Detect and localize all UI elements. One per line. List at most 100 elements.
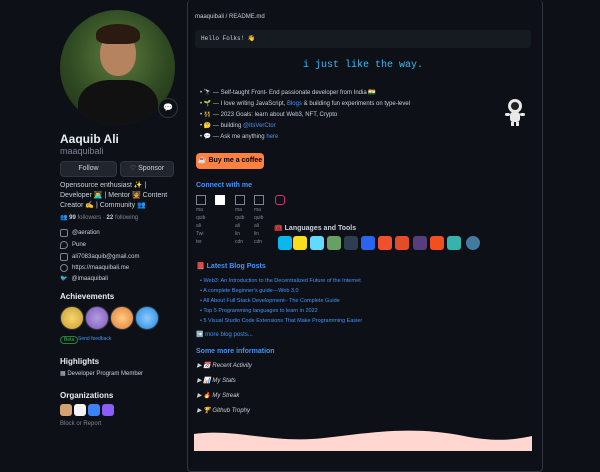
list-item-text: 2023 Goals: learn about Web3, NFT, Crypt… (220, 112, 338, 118)
readme-path: maaquibali / README.md (195, 14, 265, 20)
profile-name: Aaquib Ali (60, 132, 119, 146)
twitter-link-icon[interactable]: ma quib ali Twi ter (196, 195, 208, 246)
thinking-icon: 🤔 (203, 123, 212, 129)
hello-text: Hello Folks! 👋 (201, 35, 256, 42)
highlight-item: ▦ Developer Program Member (60, 370, 143, 377)
list-item-text: Self-taught Front- End passionate develo… (220, 90, 376, 96)
organization-avatar[interactable] (74, 404, 86, 416)
achievement-badge[interactable] (60, 306, 84, 330)
react-icon (310, 236, 324, 250)
list-item: • 💬 — Ask me anything here (200, 134, 279, 140)
express-icon (344, 236, 358, 250)
speech-icon: 💬 (203, 134, 212, 140)
blog-post-link[interactable]: Top 5 Programming languages to learn in … (203, 308, 317, 314)
organization-avatar[interactable] (88, 404, 100, 416)
website-row: https://maaquibali.me (60, 264, 129, 272)
building-icon (60, 229, 68, 237)
hello-code-block: Hello Folks! 👋 (195, 30, 531, 48)
details-label[interactable]: 📊 My Stats (203, 378, 235, 384)
nodejs-icon (327, 236, 341, 250)
more-info-title: Some more information (196, 348, 275, 355)
linkedin-link-icon[interactable]: ma quib ali lin cdn (235, 195, 247, 246)
list-item-text: & building fun experiments on type-level (301, 101, 411, 107)
highlight-label: Developer Program Member (67, 371, 144, 377)
list-item: • 🌱 — I love writing JavaScript, Blogs &… (200, 101, 411, 107)
location: Pune (72, 242, 87, 248)
company[interactable]: @aeration (72, 230, 100, 236)
blog-list: • Web3: An Introduction to the Decentral… (200, 276, 362, 326)
location-icon (60, 241, 68, 249)
achievement-badge[interactable] (110, 306, 134, 330)
people-icon: 👯 (203, 112, 212, 118)
blog-post-link[interactable]: All About Full Stack Development– The Co… (203, 298, 340, 304)
following-count[interactable]: 22 (107, 215, 114, 221)
details-toggle[interactable]: ▶ 📆 Recent Activity (197, 362, 252, 369)
blog-post-link[interactable]: A complete Beginner's guide—Web 3.0 (203, 288, 298, 294)
following-label[interactable]: following (115, 215, 138, 221)
details-toggle[interactable]: ▶ 📊 My Stats (197, 377, 236, 384)
buy-me-coffee-button[interactable]: ☕ Buy me a coffee (196, 153, 264, 169)
achievement-badge[interactable] (135, 306, 159, 330)
instagram-link-icon[interactable] (275, 195, 287, 206)
blogs-link[interactable]: Blogs (287, 101, 302, 107)
list-item: • 🔭 — Self-taught Front- End passionate … (200, 90, 376, 96)
followers-count[interactable]: 99 (69, 215, 76, 221)
organizations-title: Organizations (60, 391, 114, 400)
sponsor-label: Sponsor (138, 165, 165, 172)
bootstrap-icon (413, 236, 427, 250)
list-item[interactable]: • Web3: An Introduction to the Decentral… (200, 276, 362, 286)
follow-button[interactable]: Follow (60, 161, 117, 177)
org-link[interactable]: @ItsVerCtor (243, 123, 276, 129)
blog-post-link[interactable]: Web3: An Introduction to the Decentraliz… (203, 278, 360, 284)
details-label[interactable]: 🔥 My Streak (203, 393, 239, 399)
people-icon: 👥 (60, 215, 68, 221)
list-item[interactable]: • All About Full Stack Development– The … (200, 296, 362, 306)
mail-icon (60, 253, 68, 261)
more-blog-posts-link[interactable]: ➡️ more blog posts... (196, 331, 253, 338)
intro-list: • 🔭 — Self-taught Front- End passionate … (200, 88, 500, 143)
achievements-title: Achievements (60, 292, 115, 301)
details-label[interactable]: 🏆 Github Trophy (203, 408, 250, 414)
link-icon (60, 264, 68, 272)
dev-link-icon[interactable] (215, 195, 227, 206)
company-row: @aeration (60, 229, 100, 237)
achievement-badge[interactable] (85, 306, 109, 330)
css-icon (361, 236, 375, 250)
list-item-text: I love writing JavaScript, (220, 101, 287, 107)
list-item: • 👯 — 2023 Goals: learn about Web3, NFT,… (200, 112, 338, 118)
list-item-text: Ask me anything (220, 134, 267, 140)
list-item[interactable]: • Top 5 Programming languages to learn i… (200, 306, 362, 316)
followers-label[interactable]: followers (78, 215, 102, 221)
telescope-icon: 🔭 (203, 90, 212, 96)
organization-avatar[interactable] (60, 404, 72, 416)
block-or-report-link[interactable]: Block or Report (60, 421, 101, 427)
twitter-row: 🐦 @imaaquibali (60, 275, 108, 283)
list-item[interactable]: • 5 Visual Studio Code Extensions That M… (200, 316, 362, 326)
send-feedback-link[interactable]: Send feedback (78, 336, 111, 342)
typing-banner: i just like the way. (302, 60, 424, 71)
status-emoji-icon[interactable]: 💬 (158, 98, 178, 118)
location-row: Pune (60, 241, 86, 249)
highlights-title: Highlights (60, 357, 100, 366)
javascript-icon (293, 236, 307, 250)
details-toggle[interactable]: ▶ 🏆 Github Trophy (197, 407, 250, 414)
list-item-text: building (220, 123, 243, 129)
footer-wave (194, 430, 532, 451)
list-item[interactable]: • A complete Beginner's guide—Web 3.0 (200, 286, 362, 296)
twitter-handle[interactable]: @imaaquibali (71, 276, 107, 282)
email[interactable]: ali7083aquib@gmail.com (72, 254, 139, 260)
medium-link-icon[interactable]: ma quib ali lin cdn (254, 195, 266, 246)
sponsor-button[interactable]: ♡ Sponsor (120, 161, 174, 177)
details-label[interactable]: 📆 Recent Activity (203, 363, 252, 369)
follow-stats: 👥 99 followers · 22 following (60, 215, 139, 221)
connect-title: Connect with me (196, 182, 253, 189)
website[interactable]: https://maaquibali.me (72, 265, 129, 271)
here-link[interactable]: here (266, 134, 278, 140)
organization-avatar[interactable] (102, 404, 114, 416)
email-row: ali7083aquib@gmail.com (60, 253, 139, 261)
details-toggle[interactable]: ▶ 🔥 My Streak (197, 392, 239, 399)
blog-post-link[interactable]: 5 Visual Studio Code Extensions That Mak… (203, 318, 362, 324)
html-icon (395, 236, 409, 250)
mysql-icon (466, 236, 480, 250)
git-icon (378, 236, 392, 250)
